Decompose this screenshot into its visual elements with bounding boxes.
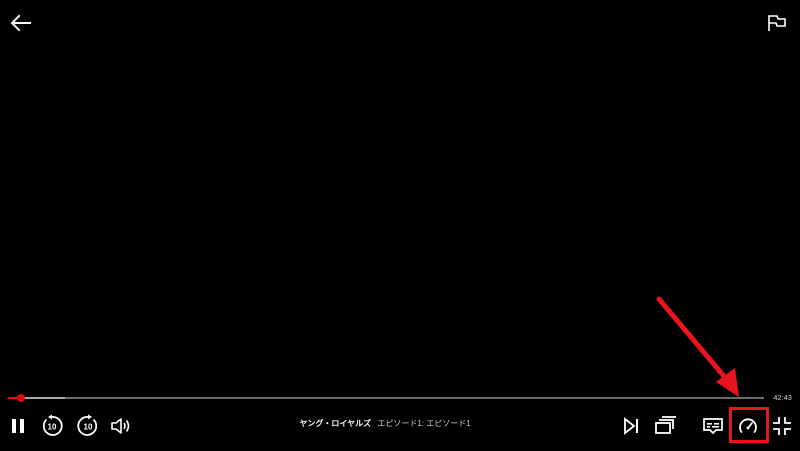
rewind-10-label: 10 (48, 423, 57, 432)
pause-icon (12, 419, 24, 433)
forward-10-icon: 10 (77, 414, 98, 436)
episode-label: エピソード1: エピソード1 (377, 419, 471, 428)
progress-bar[interactable] (8, 391, 764, 405)
volume-button[interactable] (107, 412, 135, 440)
flag-icon (768, 15, 786, 31)
subtitles-icon (703, 418, 723, 435)
forward-10-button[interactable]: 10 (74, 412, 102, 440)
exit-fullscreen-icon (773, 417, 791, 435)
episodes-button[interactable] (651, 412, 679, 440)
playback-speed-button[interactable] (734, 412, 762, 440)
subtitles-button[interactable] (699, 412, 727, 440)
volume-icon (111, 418, 130, 434)
next-episode-icon (624, 417, 638, 435)
progress-track (8, 397, 764, 399)
video-player[interactable]: 42:43 10 10 ヤング・ロイヤルズ エピソード1: エピソード1 (0, 0, 800, 451)
playback-speed-icon (739, 418, 757, 433)
rewind-10-button[interactable]: 10 (38, 412, 66, 440)
annotation-arrow-icon (656, 296, 739, 397)
back-arrow-icon (10, 14, 31, 32)
progress-scrubber[interactable] (16, 394, 25, 402)
time-remaining: 42:43 (773, 395, 792, 402)
next-episode-button[interactable] (617, 412, 645, 440)
pause-button[interactable] (4, 412, 32, 440)
report-problem-button[interactable] (764, 10, 790, 36)
forward-10-label: 10 (84, 423, 93, 432)
exit-fullscreen-button[interactable] (768, 412, 796, 440)
show-title: ヤング・ロイヤルズ (299, 419, 372, 428)
episode-title: ヤング・ロイヤルズ エピソード1: エピソード1 (220, 418, 550, 429)
episodes-icon (655, 416, 676, 434)
rewind-10-icon: 10 (42, 414, 63, 436)
back-button[interactable] (8, 10, 34, 36)
